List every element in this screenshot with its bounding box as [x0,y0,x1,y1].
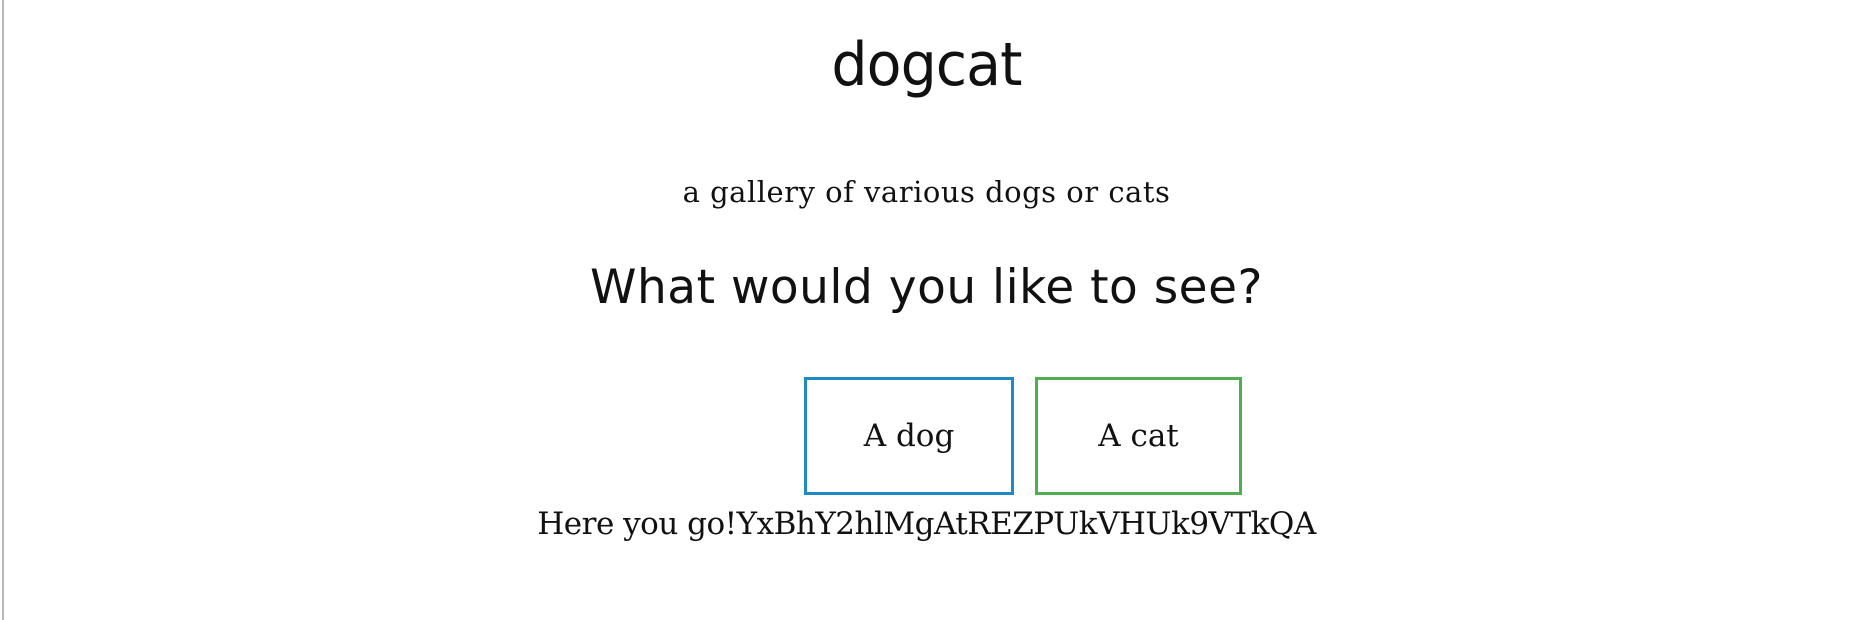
show-dog-button-label: A dog [863,418,955,454]
show-cat-button-label: A cat [1098,418,1179,454]
choice-question: What would you like to see? [590,260,1263,315]
dogcat-page: dogcat a gallery of various dogs or cats… [0,0,1853,620]
show-dog-button[interactable]: A dog [804,377,1014,495]
site-tagline: a gallery of various dogs or cats [682,175,1171,209]
show-cat-button[interactable]: A cat [1035,377,1242,495]
site-title: dogcat [831,30,1022,100]
gallery-result-text: Here you go!YxBhY2hlMgAtREZPUkVHUk9VTkQA [537,506,1316,542]
